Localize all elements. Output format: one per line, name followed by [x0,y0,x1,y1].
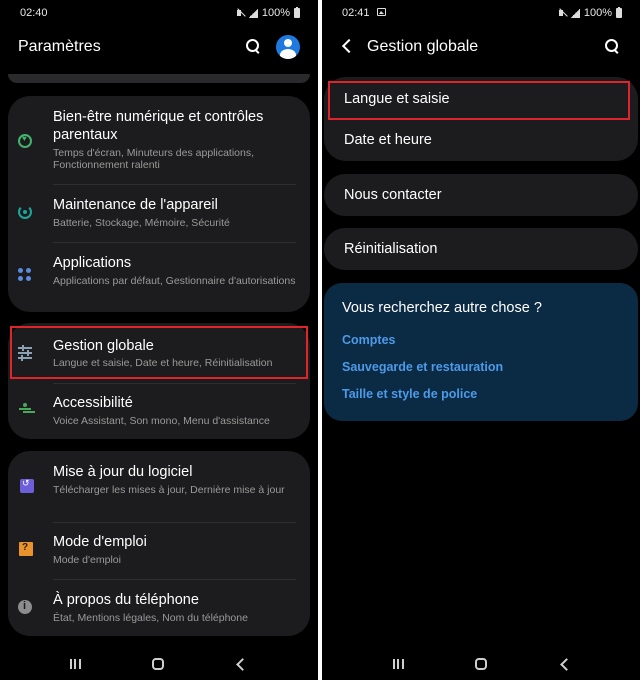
info-icon [18,600,32,614]
recent-apps-icon[interactable] [393,659,404,669]
item-title: Date et heure [344,132,432,148]
settings-card: Bien-être numérique et contrôles parenta… [8,96,310,312]
item-subtitle: Batterie, Stockage, Mémoire, Sécurité [53,217,230,229]
menu-item-contact-us[interactable]: Nous contacter [324,174,638,216]
search-icon[interactable] [246,39,261,54]
signal-icon [248,8,258,18]
settings-card: Mise à jour du logiciel Télécharger les … [8,451,310,636]
nav-bar [0,646,318,680]
suggestions-card: Vous recherchez autre chose ? Comptes Sa… [324,283,638,421]
battery-icon [294,7,300,18]
app-bar: Paramètres [0,26,318,68]
back-nav-icon[interactable] [236,658,249,671]
mute-icon [558,8,567,18]
item-subtitle: État, Mentions légales, Nom du téléphone [53,612,248,624]
item-subtitle: Temps d'écran, Minuteurs des application… [53,147,255,171]
settings-item-digital-wellbeing[interactable]: Bien-être numérique et contrôles parenta… [8,96,310,182]
avatar[interactable] [276,35,300,59]
page-title: Gestion globale [367,38,479,55]
wellbeing-icon [18,134,32,148]
status-icons: 100% [558,7,622,19]
accessibility-icon [18,403,32,417]
image-notification-icon [377,8,386,16]
home-icon[interactable] [475,658,487,670]
settings-item-about-phone[interactable]: À propos du téléphone État, Mentions lég… [8,580,310,636]
status-bar: 02:40 100% [0,0,318,26]
status-time: 02:40 [20,7,48,19]
battery-percent: 100% [583,7,612,19]
back-arrow-icon[interactable] [341,38,357,54]
settings-item-device-care[interactable]: Maintenance de l'appareil Batterie, Stoc… [8,185,310,241]
suggestion-link-accounts[interactable]: Comptes [342,333,395,347]
back-nav-icon[interactable] [560,658,573,671]
settings-item-accessibility[interactable]: Accessibilité Voice Assistant, Son mono,… [8,384,310,439]
settings-screen: 02:40 100% Paramètres Bien-être numériqu… [0,0,318,680]
user-manual-icon [19,542,33,556]
device-care-icon [18,205,32,219]
item-title: Mode d'emploi [53,534,147,550]
item-subtitle: Voice Assistant, Son mono, Menu d'assist… [53,415,270,427]
item-subtitle: Télécharger les mises à jour, Dernière m… [53,484,285,496]
nav-bar [322,646,640,680]
status-time: 02:41 [342,7,370,19]
suggestion-link-backup[interactable]: Sauvegarde et restauration [342,360,503,374]
item-subtitle: Mode d'emploi [53,554,121,566]
recent-apps-icon[interactable] [70,659,81,669]
item-title: À propos du téléphone [53,592,199,608]
status-icons: 100% [236,7,300,19]
settings-item-apps[interactable]: Applications Applications par défaut, Ge… [8,243,310,312]
search-icon[interactable] [605,39,620,54]
item-subtitle: Applications par défaut, Gestionnaire d'… [53,275,296,287]
mute-icon [236,8,245,18]
settings-item-user-manual[interactable]: Mode d'emploi Mode d'emploi [8,523,310,578]
battery-icon [616,7,622,18]
page-title: Paramètres [18,38,101,55]
menu-item-reset[interactable]: Réinitialisation [324,228,638,270]
software-update-icon [20,478,34,493]
battery-percent: 100% [261,7,290,19]
item-title: Bien-être numérique et contrôles parenta… [53,109,264,143]
signal-icon [570,8,580,18]
highlight-box [328,81,630,120]
scrolled-card-edge [8,74,310,83]
app-bar: Gestion globale [322,26,640,68]
status-bar: 02:41 100% [322,0,640,26]
suggestion-link-font[interactable]: Taille et style de police [342,387,477,401]
menu-item-date-time[interactable]: Date et heure [324,119,638,161]
item-title: Réinitialisation [344,241,438,257]
home-icon[interactable] [152,658,164,670]
highlight-box [10,326,308,379]
item-title: Mise à jour du logiciel [53,464,193,480]
item-title: Applications [53,255,132,271]
item-title: Maintenance de l'appareil [53,197,218,213]
settings-item-software-update[interactable]: Mise à jour du logiciel Télécharger les … [8,451,310,521]
general-management-screen: 02:41 100% Gestion globale Langue et sai… [322,0,640,680]
suggestions-heading: Vous recherchez autre chose ? [342,300,542,316]
item-title: Accessibilité [53,395,133,411]
item-title: Nous contacter [344,187,442,203]
apps-icon [18,268,32,282]
